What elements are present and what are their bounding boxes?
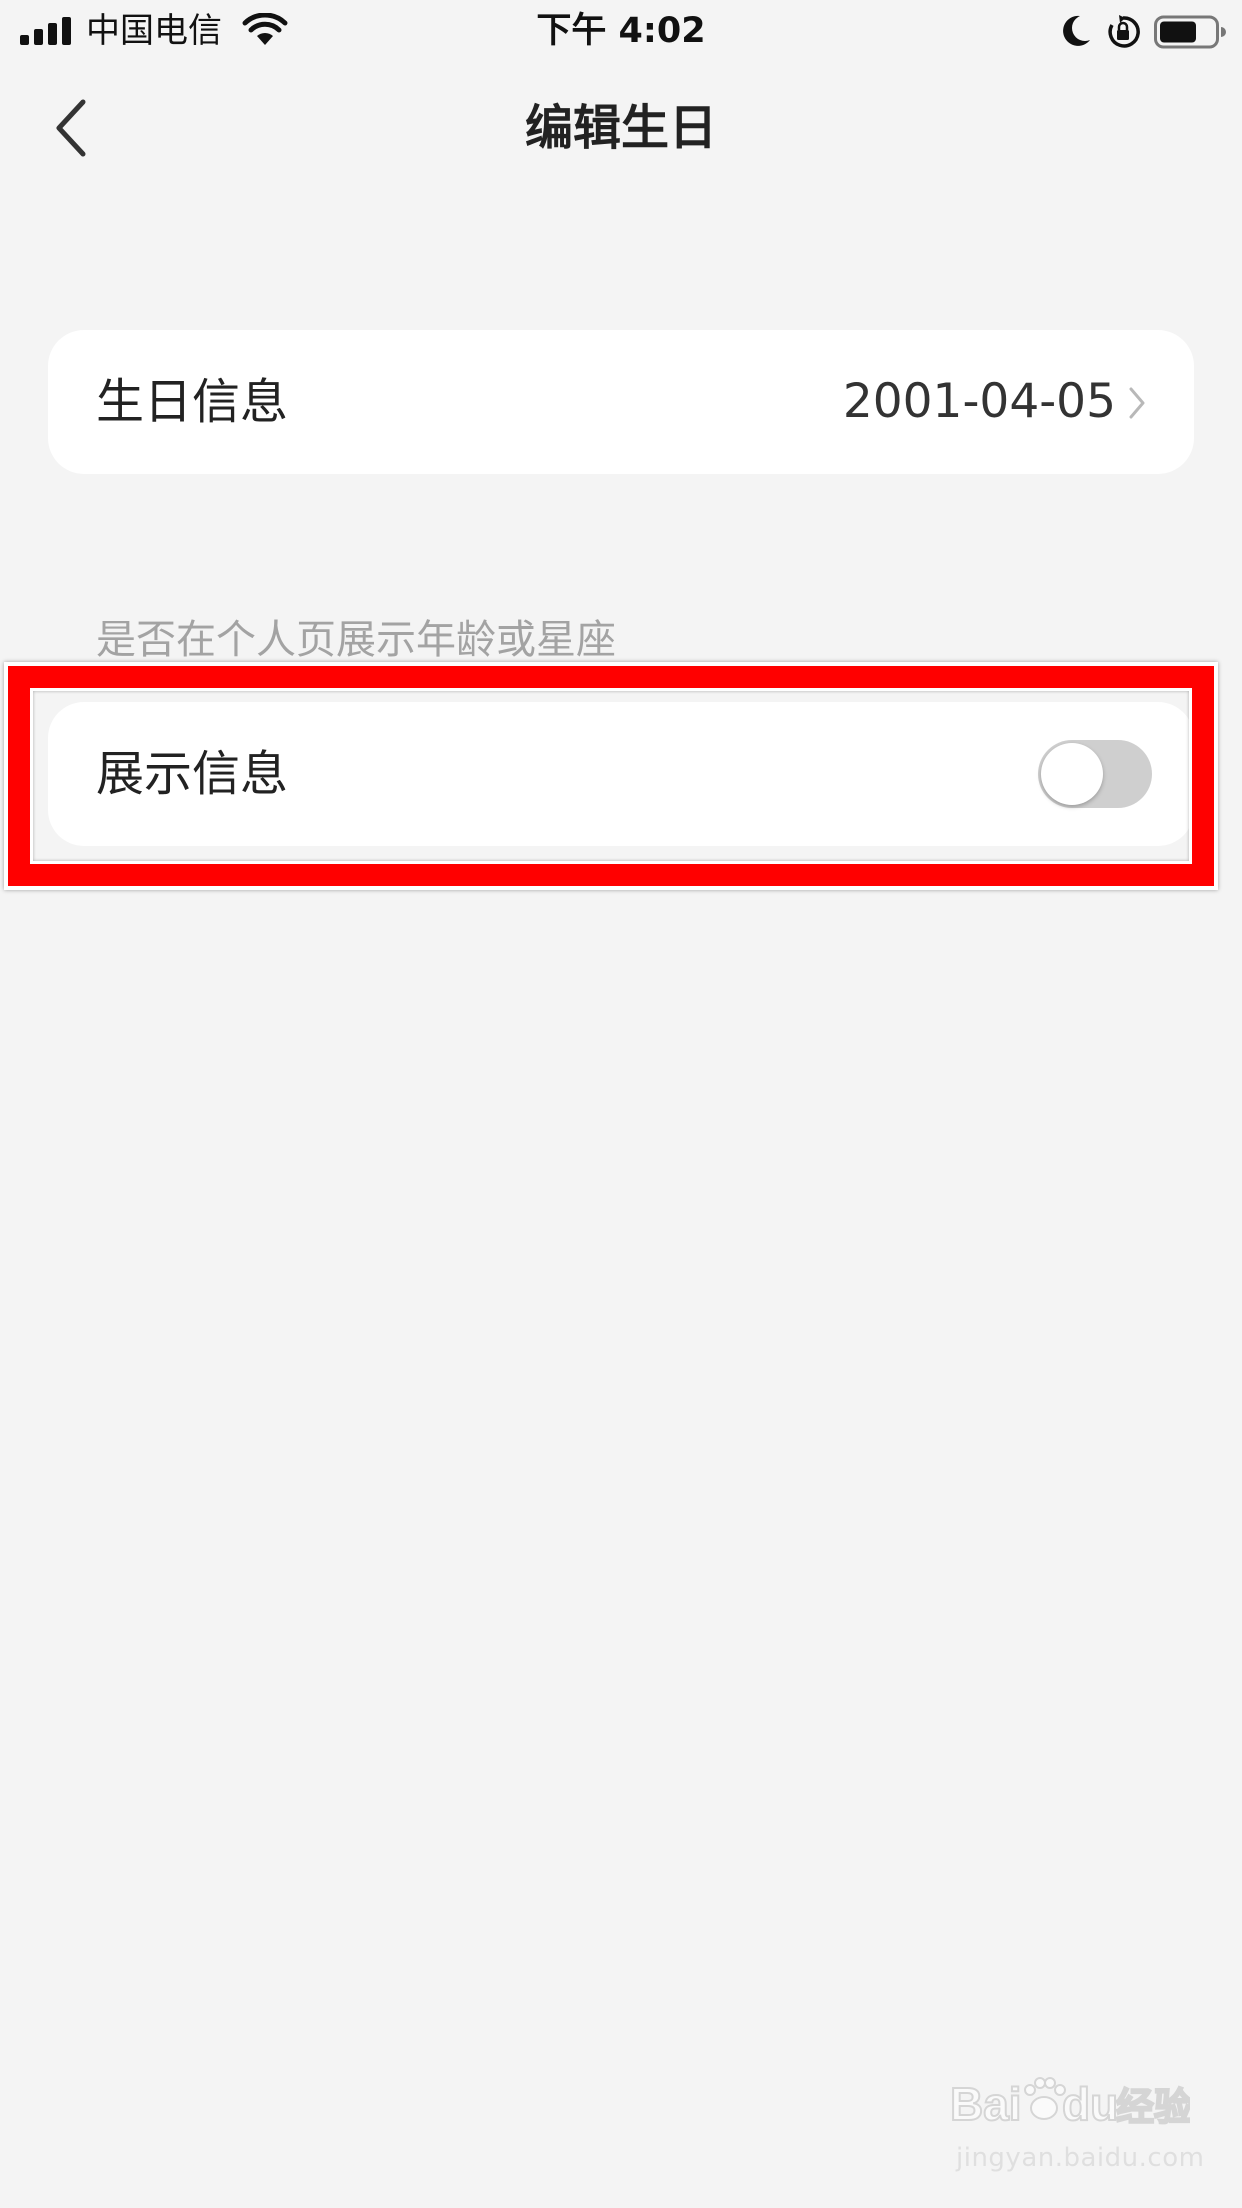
baidu-jingyan-logo: Bai du 经验 (950, 2077, 1190, 2131)
section-hint: 是否在个人页展示年龄或星座 (96, 617, 616, 663)
chevron-right-icon (1129, 387, 1145, 419)
svg-text:Bai: Bai (950, 2078, 1022, 2130)
toggle-knob (1041, 743, 1103, 805)
page-title: 编辑生日 (524, 100, 717, 156)
watermark: Bai du 经验 jingyan.baidu.com (950, 2068, 1204, 2178)
rotation-lock-icon (1108, 15, 1140, 48)
status-bar: 中国电信 下午 4:02 (0, 0, 1242, 64)
birthday-info-row[interactable]: 生日信息 2001-04-05 (48, 330, 1194, 474)
birthday-value: 2001-04-05 (842, 374, 1116, 429)
birthday-info-label: 生日信息 (96, 374, 289, 430)
status-time: 下午 4:02 (536, 11, 706, 51)
moon-icon (1063, 15, 1090, 46)
show-info-row: 展示信息 (48, 702, 1194, 846)
svg-text:du: du (1062, 2078, 1118, 2130)
show-info-label: 展示信息 (96, 746, 289, 802)
svg-text:经验: 经验 (1116, 2085, 1190, 2129)
battery-icon (1154, 15, 1226, 49)
show-info-toggle[interactable] (1038, 740, 1152, 808)
watermark-url: jingyan.baidu.com (956, 2143, 1205, 2173)
